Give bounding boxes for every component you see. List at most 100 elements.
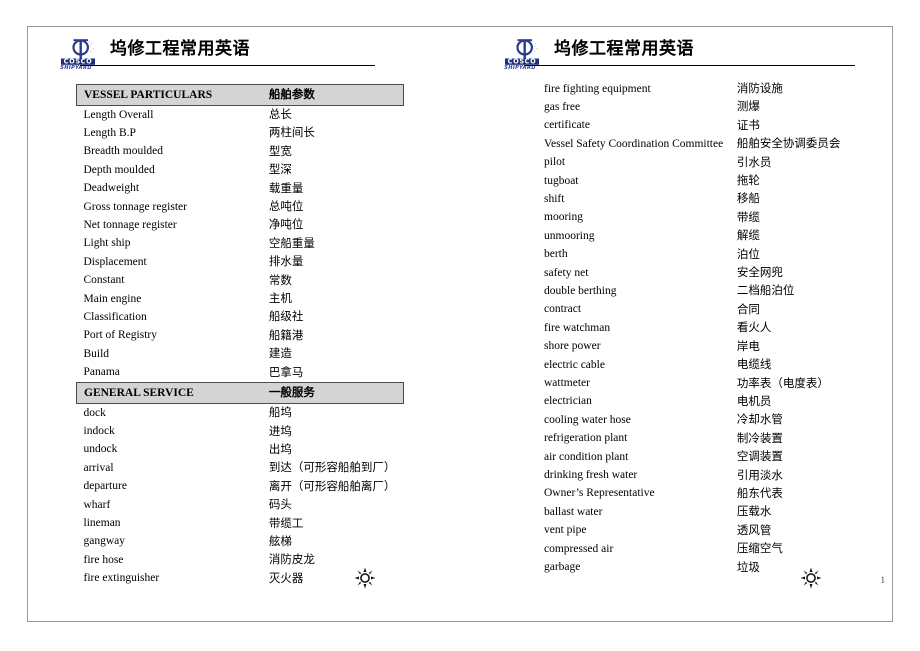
term-chinese: 进坞 bbox=[268, 423, 292, 438]
table-row: Classification 船级社 bbox=[77, 308, 404, 326]
term-chinese: 功率表（电度表） bbox=[736, 375, 829, 390]
table-row: double berthing 二档船泊位 bbox=[537, 282, 877, 300]
term-english: unmooring bbox=[544, 229, 595, 242]
term-english: mooring bbox=[544, 211, 583, 224]
term-english: berth bbox=[544, 248, 568, 261]
term-chinese: 透风管 bbox=[736, 522, 772, 537]
term-chinese: 灭火器 bbox=[268, 570, 304, 585]
table-row: gangway 舷梯 bbox=[77, 533, 404, 551]
term-english: refrigeration plant bbox=[544, 432, 628, 445]
table-row: Owner’s Representative 船东代表 bbox=[537, 485, 877, 503]
section-title-en: GENERAL SERVICE bbox=[75, 382, 262, 405]
table-row: Panama 巴拿马 bbox=[77, 364, 404, 383]
term-chinese: 带缆 bbox=[736, 209, 760, 224]
term-english: Deadweight bbox=[83, 182, 140, 195]
term-english: Owner’s Representative bbox=[544, 487, 655, 500]
term-chinese: 空船重量 bbox=[268, 235, 315, 250]
table-row: refrigeration plant 制冷装置 bbox=[537, 430, 877, 448]
term-english: wattmeter bbox=[544, 377, 590, 389]
table-row: Vessel Safety Coordination Committee 船舶安全… bbox=[537, 135, 877, 153]
term-chinese: 电缆线 bbox=[736, 357, 772, 372]
vocabulary-table-right-body: fire fighting equipment 消防设施 gas free 测爆 cer… bbox=[537, 80, 877, 577]
term-english: departure bbox=[83, 480, 127, 493]
term-english: Gross tonnage register bbox=[83, 200, 187, 213]
table-row: indock 进坞 bbox=[77, 423, 404, 441]
table-row: departure 离开（可形容船舶离厂） bbox=[77, 478, 404, 496]
title-wrap-right: 坞修工程常用英语 bbox=[524, 38, 855, 68]
term-english: contract bbox=[544, 303, 582, 316]
term-chinese: 看火人 bbox=[736, 320, 772, 335]
term-chinese: 主机 bbox=[268, 291, 292, 306]
table-row: Port of Registry 船籍港 bbox=[77, 327, 404, 345]
table-row: contract 合同 bbox=[537, 301, 877, 319]
term-chinese: 船籍港 bbox=[268, 327, 304, 342]
term-chinese: 排水量 bbox=[268, 254, 304, 269]
table-row: fire fighting equipment 消防设施 bbox=[537, 80, 877, 98]
term-english: electrician bbox=[544, 395, 592, 408]
table-row: compressed air 压缩空气 bbox=[537, 540, 877, 558]
term-chinese: 两柱间长 bbox=[268, 125, 315, 140]
term-english: Depth moulded bbox=[83, 163, 155, 176]
term-english: gangway bbox=[83, 535, 126, 548]
table-row: drinking fresh water 引用淡水 bbox=[537, 467, 877, 485]
vocabulary-table-right: fire fighting equipment 消防设施 gas free 测爆 cer… bbox=[537, 80, 877, 577]
term-english: shift bbox=[544, 192, 565, 205]
table-row: mooring 带缆 bbox=[537, 209, 877, 227]
term-english: Breadth moulded bbox=[83, 145, 164, 158]
term-english: vent pipe bbox=[544, 524, 587, 537]
term-english: wharf bbox=[83, 498, 111, 511]
sun-burst-ornament-icon bbox=[354, 567, 376, 589]
table-row: lineman 带缆工 bbox=[77, 515, 404, 533]
table-row: Constant 常数 bbox=[77, 272, 404, 290]
table-row: Length Overall 总长 bbox=[77, 106, 404, 125]
term-english: Net tonnage register bbox=[83, 218, 177, 231]
term-chinese: 引用淡水 bbox=[736, 467, 783, 482]
table-row: Breadth moulded 型宽 bbox=[77, 143, 404, 161]
term-english: shore power bbox=[544, 340, 601, 353]
term-chinese: 船级社 bbox=[268, 309, 304, 324]
table-row: safety net 安全网兜 bbox=[537, 264, 877, 282]
title-wrap-left: 坞修工程常用英语 bbox=[80, 38, 375, 68]
table-row: garbage 垃圾 bbox=[537, 559, 877, 577]
term-chinese: 泊位 bbox=[736, 246, 760, 261]
term-english: ballast water bbox=[544, 505, 603, 518]
term-english: lineman bbox=[83, 517, 121, 530]
table-row: shift 移船 bbox=[537, 190, 877, 208]
term-english: Displacement bbox=[83, 255, 147, 268]
term-english: undock bbox=[83, 443, 118, 456]
vocabulary-table-left: VESSEL PARTICULARS 船舶参数 Length Overall 总长 Le… bbox=[75, 84, 404, 589]
term-english: Vessel Safety Coordination Committee bbox=[544, 137, 724, 150]
term-chinese: 码头 bbox=[268, 497, 292, 512]
term-english: electric cable bbox=[544, 358, 605, 371]
term-chinese: 岸电 bbox=[736, 338, 760, 353]
term-chinese: 移船 bbox=[736, 191, 760, 206]
section-header-row: GENERAL SERVICE 一般服务 bbox=[75, 382, 404, 405]
term-english: fire fighting equipment bbox=[544, 82, 651, 95]
term-english: pilot bbox=[544, 156, 566, 169]
term-chinese: 解缆 bbox=[736, 228, 760, 243]
term-english: drinking fresh water bbox=[544, 469, 638, 482]
term-english: gas free bbox=[544, 100, 581, 113]
slide-left: COSCO SHIPYARD 坞修工程常用英语 VESSEL PARTICULA… bbox=[27, 26, 460, 622]
table-row: air condition plant 空调装置 bbox=[537, 448, 877, 466]
page-number: 1 bbox=[880, 575, 886, 585]
term-chinese: 巴拿马 bbox=[268, 364, 304, 379]
table-row: wattmeter 功率表（电度表） bbox=[537, 375, 877, 393]
term-chinese: 安全网兜 bbox=[736, 265, 783, 280]
term-english: dock bbox=[83, 406, 106, 419]
table-row: ballast water 压载水 bbox=[537, 503, 877, 521]
term-english: cooling water hose bbox=[544, 413, 631, 426]
term-english: air condition plant bbox=[544, 450, 629, 463]
term-chinese: 电机员 bbox=[736, 393, 772, 408]
term-chinese: 建造 bbox=[268, 346, 292, 361]
term-english: Port of Registry bbox=[83, 329, 157, 342]
page-title: 坞修工程常用英语 bbox=[554, 39, 694, 59]
term-english: compressed air bbox=[544, 542, 614, 555]
term-english: Build bbox=[83, 347, 110, 360]
section-title-zh: 船舶参数 bbox=[261, 84, 404, 106]
table-row: certificate 证书 bbox=[537, 117, 877, 135]
term-chinese: 制冷装置 bbox=[736, 430, 783, 445]
term-english: Length B.P bbox=[83, 126, 136, 139]
vocabulary-table-left-body: VESSEL PARTICULARS 船舶参数 Length Overall 总长 Le… bbox=[75, 84, 404, 589]
term-chinese: 带缆工 bbox=[268, 515, 304, 530]
